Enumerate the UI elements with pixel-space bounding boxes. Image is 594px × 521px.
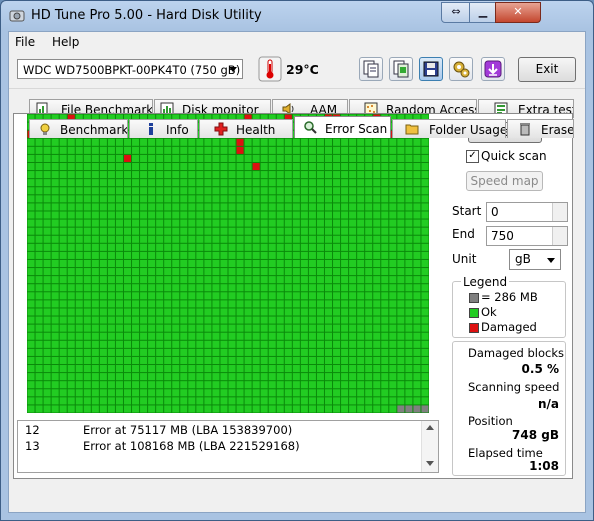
close-button[interactable]: ✕	[495, 2, 541, 23]
tab-label: Health	[236, 123, 276, 137]
spin-down-icon[interactable]	[552, 236, 567, 245]
chevron-down-icon	[547, 258, 555, 263]
copy-screenshot-icon[interactable]	[389, 57, 413, 81]
position-value: 748 gB	[512, 428, 559, 442]
start-field-label: Start	[452, 204, 482, 218]
tab-info[interactable]: Info	[129, 119, 198, 138]
tab-erase[interactable]: Erase	[507, 119, 574, 138]
restore-button[interactable]: ⇔	[441, 2, 471, 23]
legend-swatch	[469, 293, 479, 303]
position-label: Position	[468, 414, 513, 428]
chevron-down-icon	[229, 67, 237, 72]
legend-label: Damaged	[481, 320, 537, 334]
tab-health[interactable]: Health	[199, 119, 293, 138]
end-value: 750	[491, 229, 514, 243]
window-title: HD Tune Pro 5.00 - Hard Disk Utility	[31, 8, 262, 23]
speed-map-button[interactable]: Speed map	[466, 171, 543, 191]
scanning-speed-label: Scanning speed	[468, 380, 560, 394]
tab-label: Info	[166, 123, 189, 137]
unit-label: Unit	[452, 252, 477, 266]
magnifier-icon	[304, 121, 317, 134]
download-icon[interactable]	[481, 57, 505, 81]
start-value: 0	[491, 205, 499, 219]
elapsed-time-label: Elapsed time	[468, 446, 543, 460]
tab-benchmark[interactable]: Benchmark	[29, 119, 128, 138]
tab-label: Error Scan	[325, 122, 388, 136]
copy-info-icon[interactable]	[359, 57, 383, 81]
minimize-button[interactable]: ▁	[469, 2, 497, 23]
tab-label: Erase	[541, 123, 574, 137]
tab-row-bottom: Benchmark Info Health Error Scan Folder …	[29, 116, 579, 138]
end-field[interactable]: 750	[486, 226, 568, 246]
spin-up-icon[interactable]	[552, 203, 567, 212]
legend-swatch	[469, 308, 479, 318]
title-bar[interactable]: HD Tune Pro 5.00 - Hard Disk Utility ⇔ ▁…	[1, 1, 593, 31]
damaged-blocks-label: Damaged blocks	[468, 346, 564, 360]
unit-select[interactable]: gB	[509, 249, 561, 270]
trash-icon	[520, 123, 530, 136]
scan-controls: Start ✓ Quick scan Speed map Start 0 End…	[13, 113, 571, 477]
legend-label: = 286 MB	[481, 290, 538, 304]
tab-error-scan[interactable]: Error Scan	[294, 116, 391, 138]
checkbox-icon[interactable]: ✓	[466, 150, 479, 163]
menu-file[interactable]: File	[15, 35, 35, 49]
save-icon[interactable]	[419, 57, 443, 81]
folder-icon	[405, 124, 419, 135]
bulb-icon	[40, 123, 50, 135]
drive-select[interactable]: WDC WD7500BPKT-00PK4T0 (750 gB)	[17, 59, 243, 79]
app-window: HD Tune Pro 5.00 - Hard Disk Utility ⇔ ▁…	[0, 0, 594, 521]
tab-label: Folder Usage	[429, 123, 506, 137]
scanning-speed-value: n/a	[537, 397, 559, 411]
temperature-readout: 29°C	[286, 62, 319, 77]
app-disk-icon	[9, 10, 25, 22]
legend-label: Ok	[481, 305, 497, 319]
legend-swatch	[469, 323, 479, 333]
unit-value: gB	[515, 252, 531, 266]
legend-title: Legend	[461, 275, 510, 289]
info-icon	[149, 123, 153, 135]
exit-button[interactable]: Exit	[518, 57, 576, 82]
health-cross-icon	[214, 122, 228, 136]
thermometer-icon	[258, 56, 282, 82]
tab-folder-usage[interactable]: Folder Usage	[392, 119, 506, 138]
options-icon[interactable]	[449, 57, 473, 81]
menu-bar: File Help	[9, 32, 585, 52]
end-field-label: End	[452, 227, 475, 241]
toolbar: WDC WD7500BPKT-00PK4T0 (750 gB) 29°C Exi…	[9, 52, 585, 89]
start-field[interactable]: 0	[486, 202, 568, 222]
elapsed-time-value: 1:08	[529, 459, 559, 473]
damaged-blocks-value: 0.5 %	[521, 362, 559, 376]
menu-help[interactable]: Help	[52, 35, 79, 49]
drive-select-value: WDC WD7500BPKT-00PK4T0 (750 gB)	[23, 63, 241, 77]
spin-up-icon[interactable]	[552, 227, 567, 236]
quick-scan-label: Quick scan	[481, 149, 547, 163]
spin-down-icon[interactable]	[552, 212, 567, 221]
tab-label: Benchmark	[60, 123, 128, 137]
